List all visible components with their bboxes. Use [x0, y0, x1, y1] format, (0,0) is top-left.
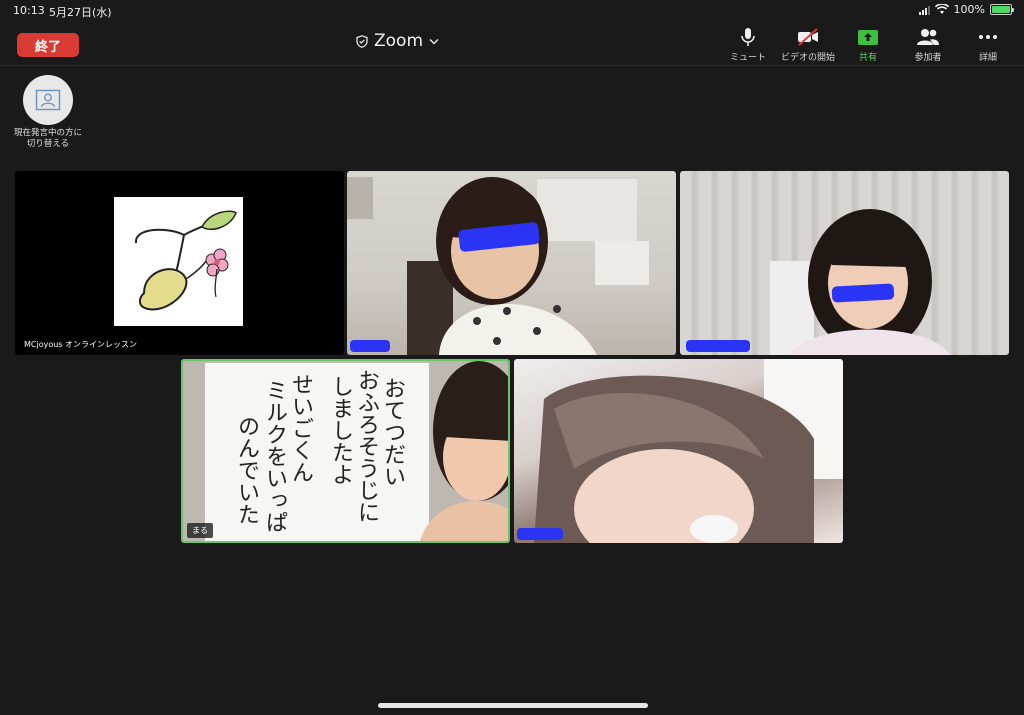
microphone-icon — [741, 28, 755, 46]
video-off-icon — [798, 28, 818, 46]
participant-name-redacted — [517, 528, 563, 540]
participants-label: 参加者 — [914, 53, 942, 63]
video-tile-participant-5[interactable] — [514, 359, 843, 543]
mute-button[interactable]: ミュート — [718, 27, 778, 63]
home-indicator[interactable] — [378, 703, 648, 708]
share-screen-icon — [858, 30, 878, 45]
shield-check-icon — [356, 34, 368, 48]
board-line-4: せいごくん — [288, 373, 313, 483]
leaf-flower-logo-icon — [135, 210, 237, 311]
board-line-3: しましたよ — [328, 375, 353, 485]
status-time: 10:13 — [13, 4, 45, 17]
face-redaction — [831, 283, 895, 303]
participant-video-image — [347, 177, 649, 355]
participant-name: MCjoyous オンラインレッスン — [24, 340, 138, 349]
participant-name-redacted — [686, 340, 750, 352]
mute-label: ミュート — [729, 53, 766, 63]
video-tile-host[interactable]: MCjoyous オンラインレッスン — [15, 171, 344, 355]
participants-icon — [917, 29, 939, 45]
participant-name: まる — [187, 523, 213, 538]
board-line-5: ミルクをいっぱ — [262, 379, 287, 533]
cellular-signal-icon — [918, 5, 930, 15]
board-line-1: おてつだい — [380, 377, 405, 487]
board-line-2: おふろそうじに — [354, 369, 379, 523]
meeting-title-text: Zoom — [374, 31, 424, 51]
battery-percent: 100% — [953, 3, 985, 16]
start-video-button[interactable]: ビデオの開始 — [778, 27, 838, 63]
more-label: 詳細 — [978, 53, 997, 63]
toolbar-actions: ミュート ビデオの開始 共有 参加者 詳細 — [718, 27, 1018, 63]
end-meeting-button[interactable]: 終了 — [17, 33, 79, 57]
video-feed — [347, 171, 676, 355]
status-indicators: 100% — [918, 3, 1014, 16]
more-button[interactable]: 詳細 — [958, 27, 1018, 63]
switch-view-label-line1: 現在発言中の方に — [13, 128, 82, 138]
status-bar: 10:13 5月27日(水) 100% — [0, 0, 1024, 20]
video-tile-active-speaker[interactable]: おてつだい おふろそうじに しましたよ せいごくん ミルクをいっぱ のんでいた … — [181, 359, 510, 543]
lesson-logo — [114, 197, 243, 326]
start-video-label: ビデオの開始 — [780, 53, 835, 63]
participants-button[interactable]: 参加者 — [898, 27, 958, 63]
more-dots-icon — [979, 35, 997, 39]
participant-name-redacted — [350, 340, 390, 352]
meeting-toolbar: 終了 Zoom ミュート ビデオの開始 共有 参加者 詳細 — [0, 20, 1024, 66]
share-label: 共有 — [858, 53, 877, 63]
battery-icon — [990, 4, 1014, 15]
video-feed — [514, 359, 843, 543]
switch-view-label-line2: 切り替える — [26, 139, 70, 149]
chevron-down-icon — [429, 38, 439, 45]
participant-video-image — [534, 359, 843, 543]
speaker-view-circle — [23, 75, 73, 125]
video-feed — [680, 171, 1009, 355]
wifi-icon — [934, 4, 949, 14]
video-tile-participant-3[interactable] — [680, 171, 1009, 355]
meeting-title[interactable]: Zoom — [356, 31, 439, 51]
switch-view-label: 現在発言中の方に 切り替える — [14, 128, 82, 150]
message-board: おてつだい おふろそうじに しましたよ せいごくん ミルクをいっぱ のんでいた — [205, 363, 429, 541]
video-tile-participant-2[interactable] — [347, 171, 676, 355]
switch-to-speaker-view-button[interactable]: 現在発言中の方に 切り替える — [10, 75, 86, 150]
share-button[interactable]: 共有 — [838, 27, 898, 63]
board-line-6: のんでいた — [234, 415, 259, 525]
participant-video-image — [770, 209, 950, 355]
participant-video-image — [420, 361, 508, 541]
status-date: 5月27日(水) — [49, 6, 112, 19]
speaker-view-icon — [35, 89, 61, 111]
